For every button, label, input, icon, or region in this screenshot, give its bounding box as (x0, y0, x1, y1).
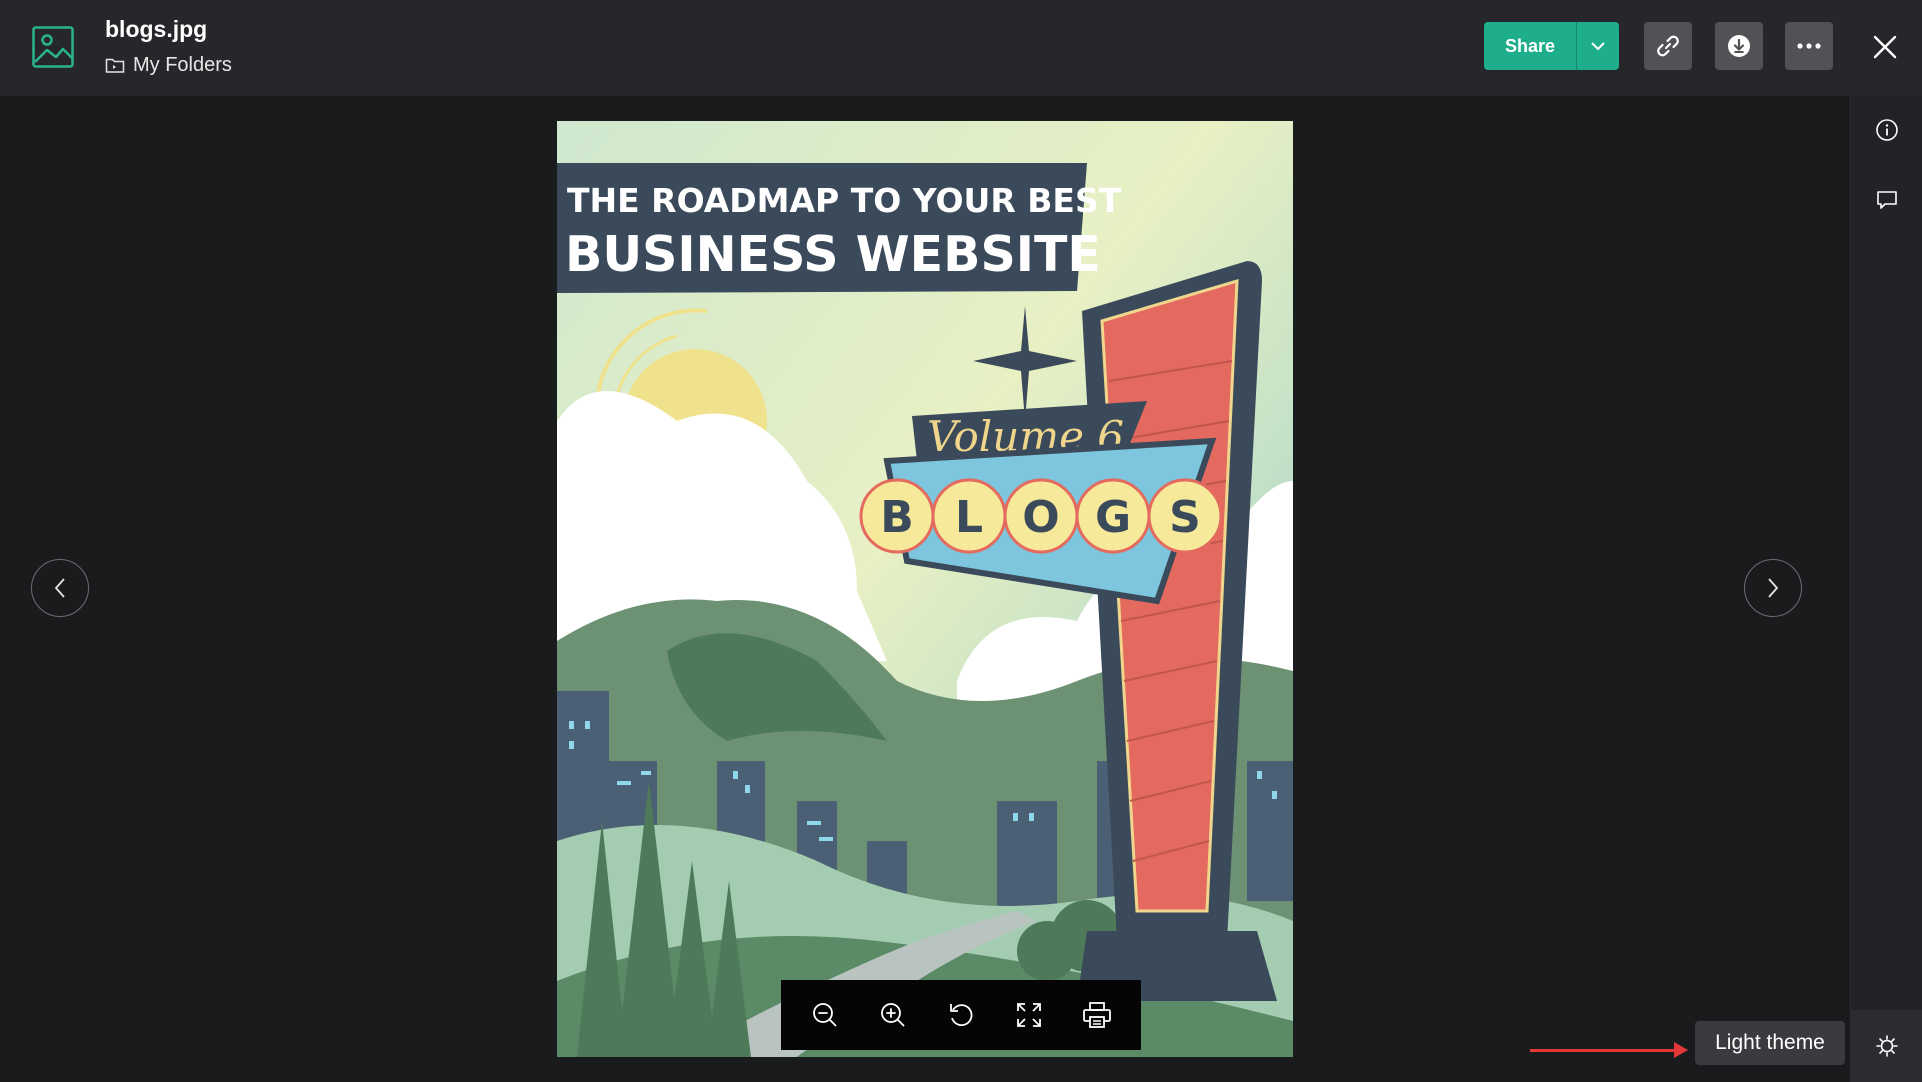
image-preview: Volume 6 B L O G S THE ROADMAP TO YOUR B… (557, 121, 1293, 1057)
next-button[interactable] (1744, 559, 1802, 617)
folder-name[interactable]: My Folders (133, 54, 232, 77)
info-button[interactable] (1869, 112, 1905, 148)
share-button-group: Share (1484, 22, 1619, 70)
fullscreen-button[interactable] (1006, 992, 1052, 1038)
previous-button[interactable] (31, 559, 89, 617)
close-button[interactable] (1868, 30, 1902, 64)
info-icon (1876, 119, 1898, 141)
comment-icon (1877, 191, 1897, 209)
share-button[interactable]: Share (1484, 22, 1576, 70)
poster-letter: B (880, 492, 914, 543)
share-dropdown-button[interactable] (1576, 22, 1619, 70)
poster-title-line1: THE ROADMAP TO YOUR BEST (567, 181, 1122, 220)
theme-tooltip: Light theme (1695, 1021, 1845, 1065)
zoom-in-button[interactable] (870, 992, 916, 1038)
rotate-button[interactable] (938, 992, 984, 1038)
copy-link-button[interactable] (1644, 22, 1692, 70)
zoom-out-button[interactable] (802, 992, 848, 1038)
top-bar: blogs.jpg My Folders Share (0, 0, 1922, 96)
image-toolbar (781, 980, 1141, 1050)
file-name: blogs.jpg (105, 16, 208, 42)
chevron-down-icon (1591, 42, 1605, 51)
fullscreen-icon (1017, 1003, 1041, 1027)
chevron-left-icon (54, 578, 65, 598)
poster-letter: S (1169, 492, 1201, 543)
rotate-icon (950, 1004, 973, 1027)
annotation-arrow-line (1530, 1049, 1680, 1052)
poster-artwork: Volume 6 B L O G S THE ROADMAP TO YOUR B… (557, 121, 1293, 1057)
image-file-icon (32, 26, 74, 68)
download-icon (1728, 35, 1750, 57)
folder-icon (105, 58, 125, 73)
link-icon (1657, 35, 1679, 57)
print-icon (1083, 1002, 1111, 1028)
poster-letter: O (1022, 492, 1059, 543)
right-sidebar (1850, 96, 1922, 1082)
download-button[interactable] (1715, 22, 1763, 70)
chevron-right-icon (1768, 578, 1779, 598)
poster-letter: L (955, 492, 983, 543)
theme-toggle-button[interactable] (1850, 1010, 1922, 1082)
close-icon (1873, 35, 1897, 59)
poster-title-line2: BUSINESS WEBSITE (565, 226, 1101, 283)
more-options-button[interactable] (1785, 22, 1833, 70)
comments-button[interactable] (1869, 182, 1905, 218)
sun-icon (1876, 1035, 1898, 1057)
zoom-out-icon (813, 1003, 837, 1027)
annotation-arrow-head (1674, 1042, 1688, 1058)
breadcrumb[interactable]: My Folders (105, 52, 232, 78)
print-button[interactable] (1074, 992, 1120, 1038)
more-icon (1797, 43, 1821, 49)
zoom-in-icon (881, 1003, 905, 1027)
poster-letter: G (1095, 492, 1131, 543)
